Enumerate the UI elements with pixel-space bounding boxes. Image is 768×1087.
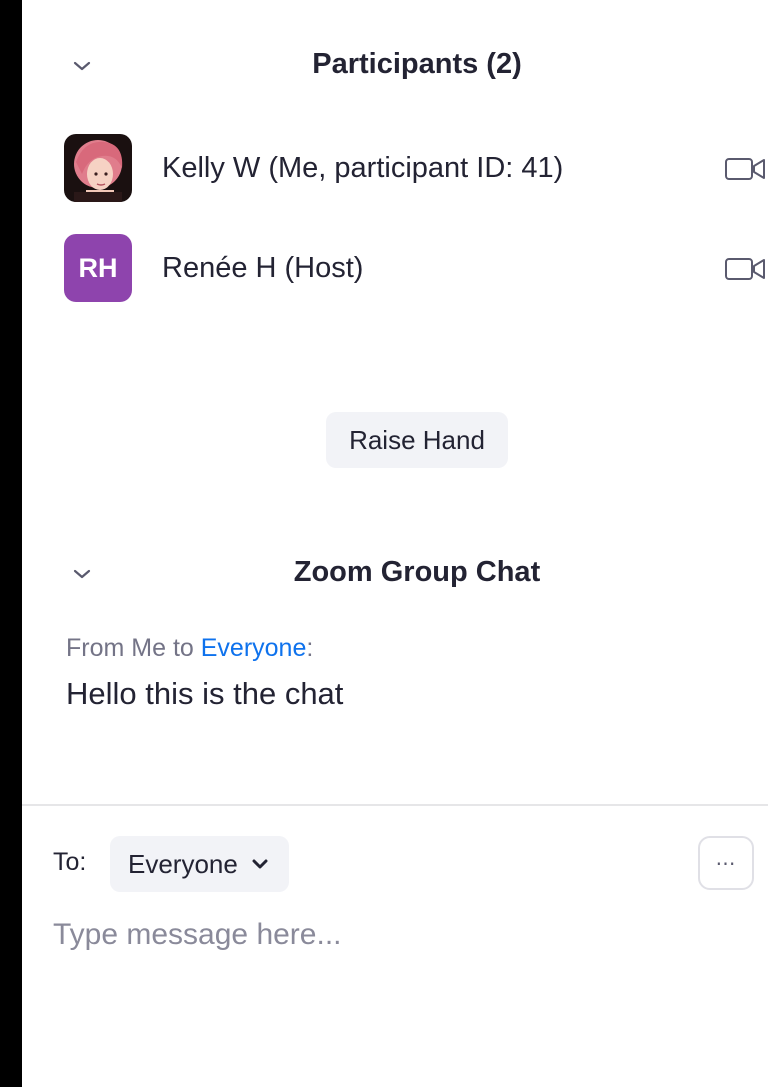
zoom-panel: Participants (2) Kelly W (Me, participan… [0, 0, 768, 1087]
chat-message-meta: From Me to Everyone: [66, 634, 313, 663]
avatar [64, 134, 132, 202]
chat-title: Zoom Group Chat [293, 556, 541, 588]
video-camera-icon[interactable] [724, 256, 768, 282]
chevron-down-icon [252, 859, 268, 869]
to-label: To: [53, 848, 87, 876]
chat-header: Zoom Group Chat [22, 542, 768, 602]
participant-row[interactable]: RH Renée H (Host) [22, 228, 768, 308]
ellipsis-icon: ⋯ [715, 852, 737, 875]
participant-row[interactable]: Kelly W (Me, participant ID: 41) [22, 128, 768, 208]
chat-from-prefix: From Me to [66, 634, 201, 662]
participant-name: Kelly W (Me, participant ID: 41) [162, 152, 564, 184]
video-camera-icon[interactable] [724, 156, 768, 182]
window-border [0, 0, 22, 1087]
participants-title: Participants (2) [312, 48, 522, 80]
divider [22, 804, 768, 806]
avatar: RH [64, 234, 132, 302]
recipient-dropdown-label: Everyone [128, 849, 238, 879]
recipient-dropdown[interactable]: Everyone [110, 836, 289, 892]
participant-name: Renée H (Host) [162, 252, 364, 284]
more-options-button[interactable]: ⋯ [698, 836, 754, 890]
chat-message-text: Hello this is the chat [66, 676, 344, 711]
participants-header: Participants (2) [22, 34, 768, 94]
raise-hand-button[interactable]: Raise Hand [326, 412, 508, 468]
chat-recipient-link[interactable]: Everyone [201, 634, 307, 662]
chat-meta-suffix: : [306, 634, 314, 662]
message-input[interactable] [53, 910, 743, 960]
avatar-image [64, 134, 132, 202]
